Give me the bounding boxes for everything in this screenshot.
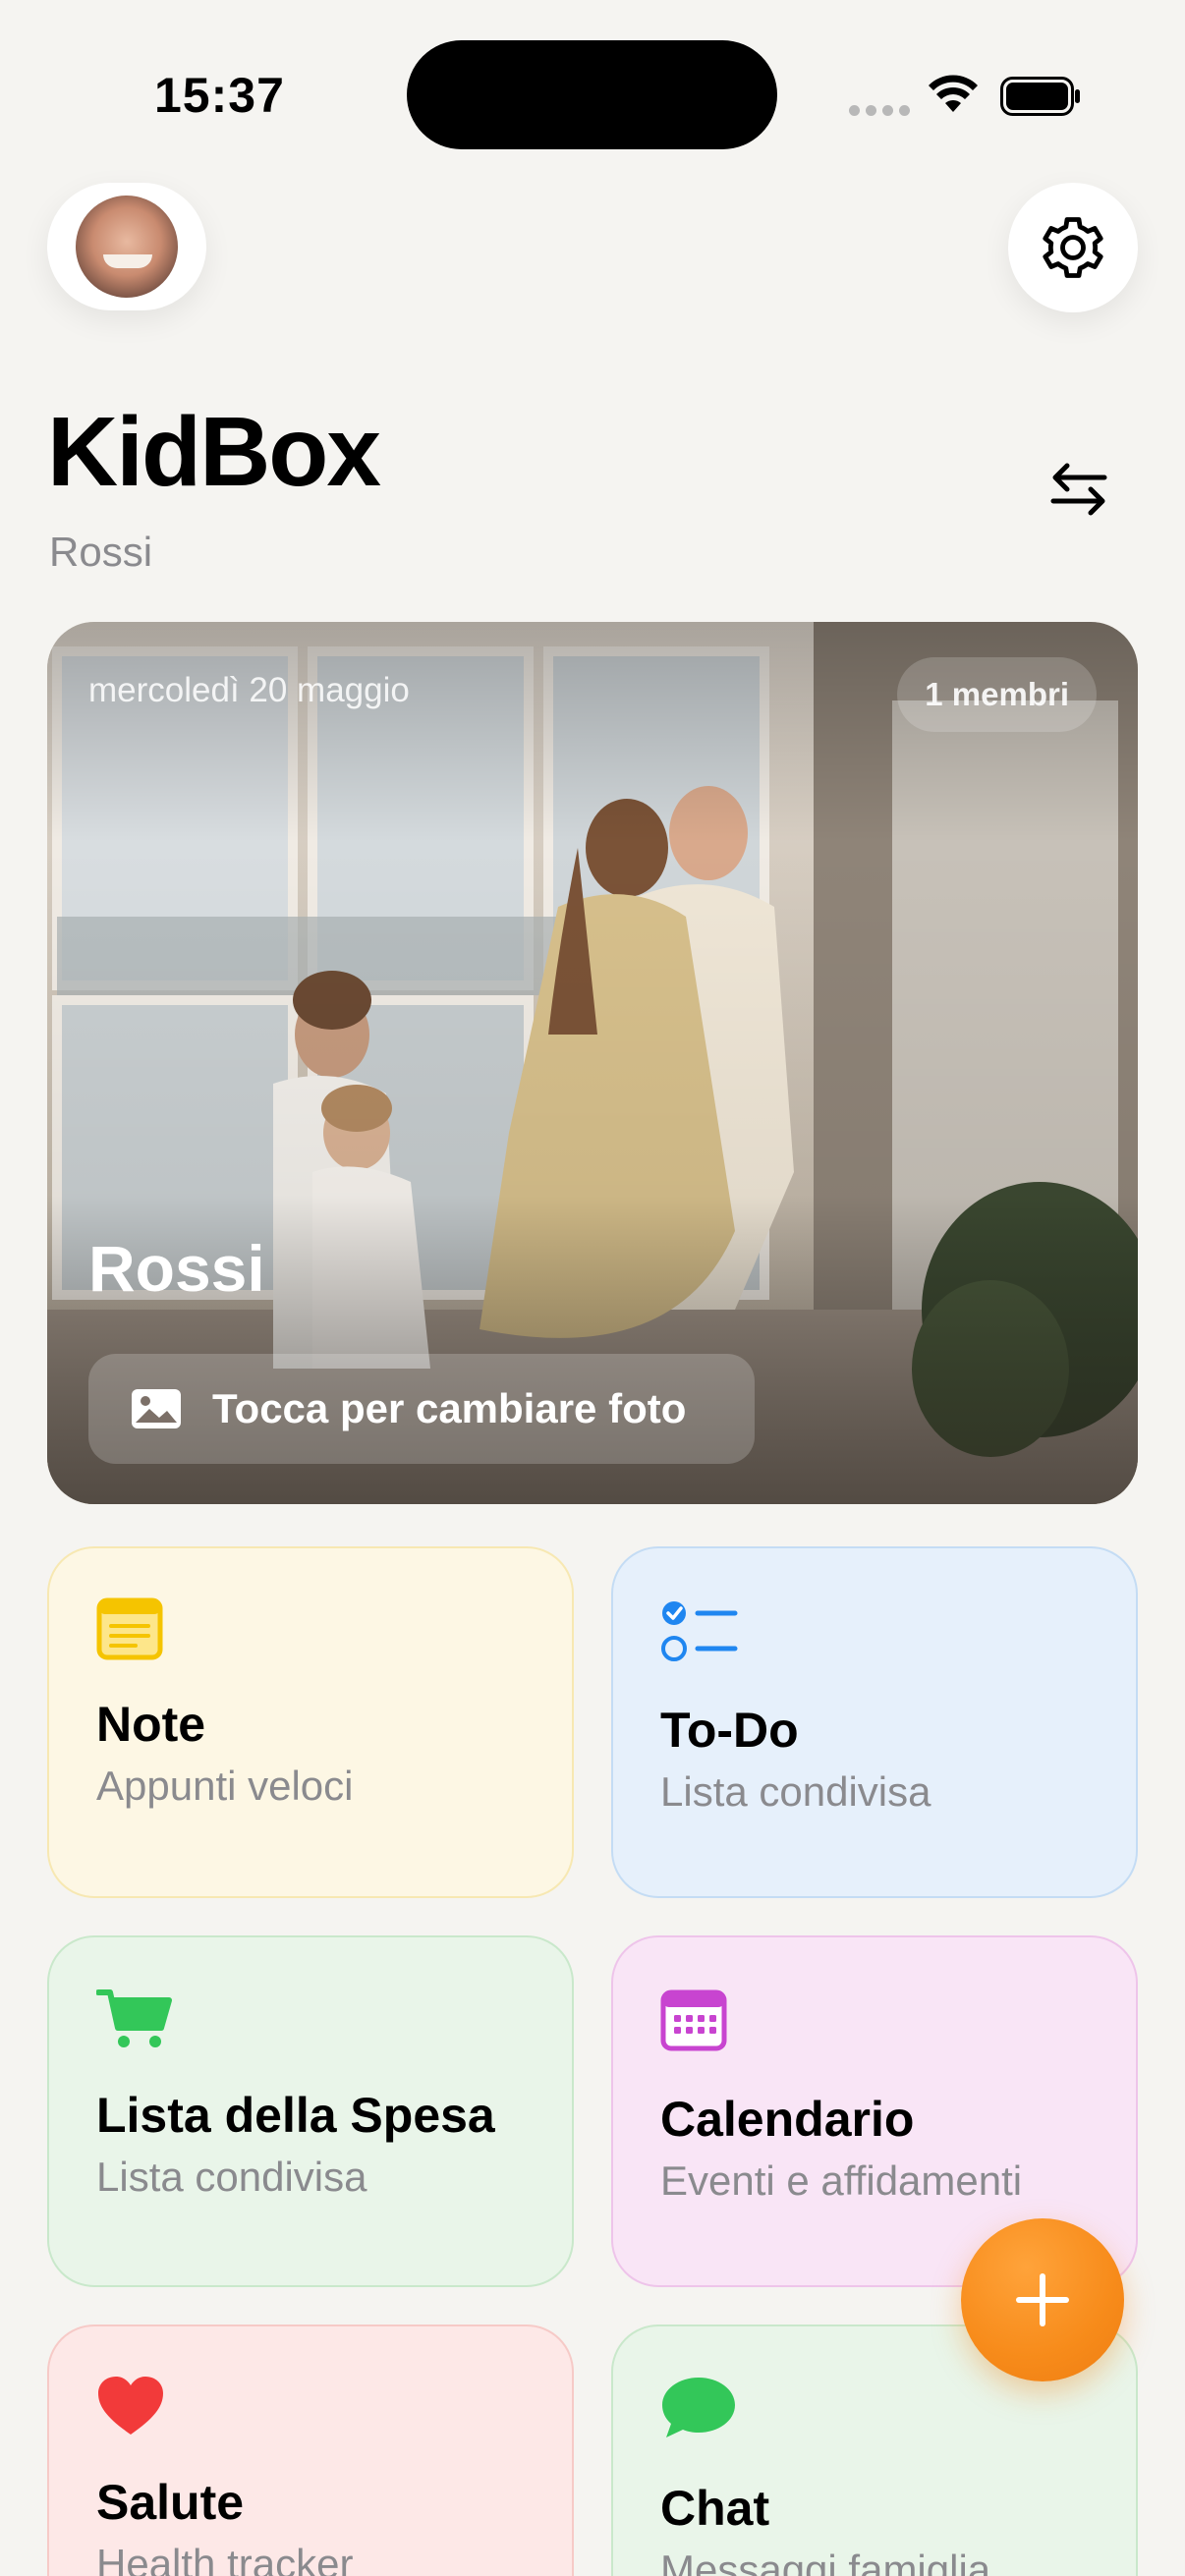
tile-subtitle: Messaggi famiglia xyxy=(660,2547,991,2576)
family-photo-card[interactable]: mercoledì 20 maggio 1 membri Rossi Tocca… xyxy=(47,622,1138,1504)
profile-button[interactable] xyxy=(47,183,206,310)
gear-icon xyxy=(1043,217,1103,278)
tile-subtitle: Lista condivisa xyxy=(96,2154,367,2200)
change-photo-label: Tocca per cambiare foto xyxy=(212,1385,687,1431)
tile-subtitle: Appunti veloci xyxy=(96,1763,354,1809)
tile-title: To-Do xyxy=(660,1703,799,1758)
members-badge: 1 membri xyxy=(897,657,1097,732)
dynamic-island xyxy=(407,40,777,149)
battery-icon xyxy=(1000,77,1081,121)
change-photo-button[interactable]: Tocca per cambiare foto xyxy=(88,1354,755,1464)
add-button[interactable] xyxy=(961,2218,1124,2381)
tile-title: Note xyxy=(96,1697,206,1752)
hero-family-name: Rossi xyxy=(88,1232,265,1305)
tile-title: Chat xyxy=(660,2481,770,2536)
tile-subtitle: Eventi e affidamenti xyxy=(660,2157,1023,2204)
heart-icon xyxy=(96,2376,165,2441)
plus-icon xyxy=(1016,2273,1069,2326)
tile-title: Lista della Spesa xyxy=(96,2088,495,2143)
note-icon xyxy=(96,1597,163,1665)
wifi-icon xyxy=(928,75,979,119)
switch-family-button[interactable] xyxy=(1042,452,1116,527)
calendar-icon xyxy=(660,1987,727,2056)
status-time: 15:37 xyxy=(154,68,285,123)
tile-todo[interactable]: To-Do Lista condivisa xyxy=(611,1546,1138,1898)
tile-subtitle: Lista condivisa xyxy=(660,1768,931,1815)
checklist-icon xyxy=(660,1597,739,1671)
page-title: KidBox xyxy=(47,397,381,507)
avatar xyxy=(76,196,178,298)
cart-icon xyxy=(95,1987,175,2056)
swap-arrows-icon xyxy=(1050,463,1107,516)
tile-title: Salute xyxy=(96,2475,245,2530)
hero-date: mercoledì 20 maggio xyxy=(88,671,410,709)
tile-note[interactable]: Note Appunti veloci xyxy=(47,1546,574,1898)
family-subtitle: Rossi xyxy=(49,529,153,575)
cellular-signal-icon xyxy=(849,105,910,116)
tile-shopping-list[interactable]: Lista della Spesa Lista condivisa xyxy=(47,1935,574,2287)
photo-icon xyxy=(132,1389,181,1428)
settings-button[interactable] xyxy=(1008,183,1138,312)
tile-title: Calendario xyxy=(660,2092,915,2147)
tile-health[interactable]: Salute Health tracker xyxy=(47,2324,574,2576)
chat-bubble-icon xyxy=(660,2376,737,2445)
home-screen: 15:37 KidBox Rossi mercoledì 20 maggio 1… xyxy=(0,0,1185,2576)
tile-subtitle: Health tracker xyxy=(96,2541,354,2576)
